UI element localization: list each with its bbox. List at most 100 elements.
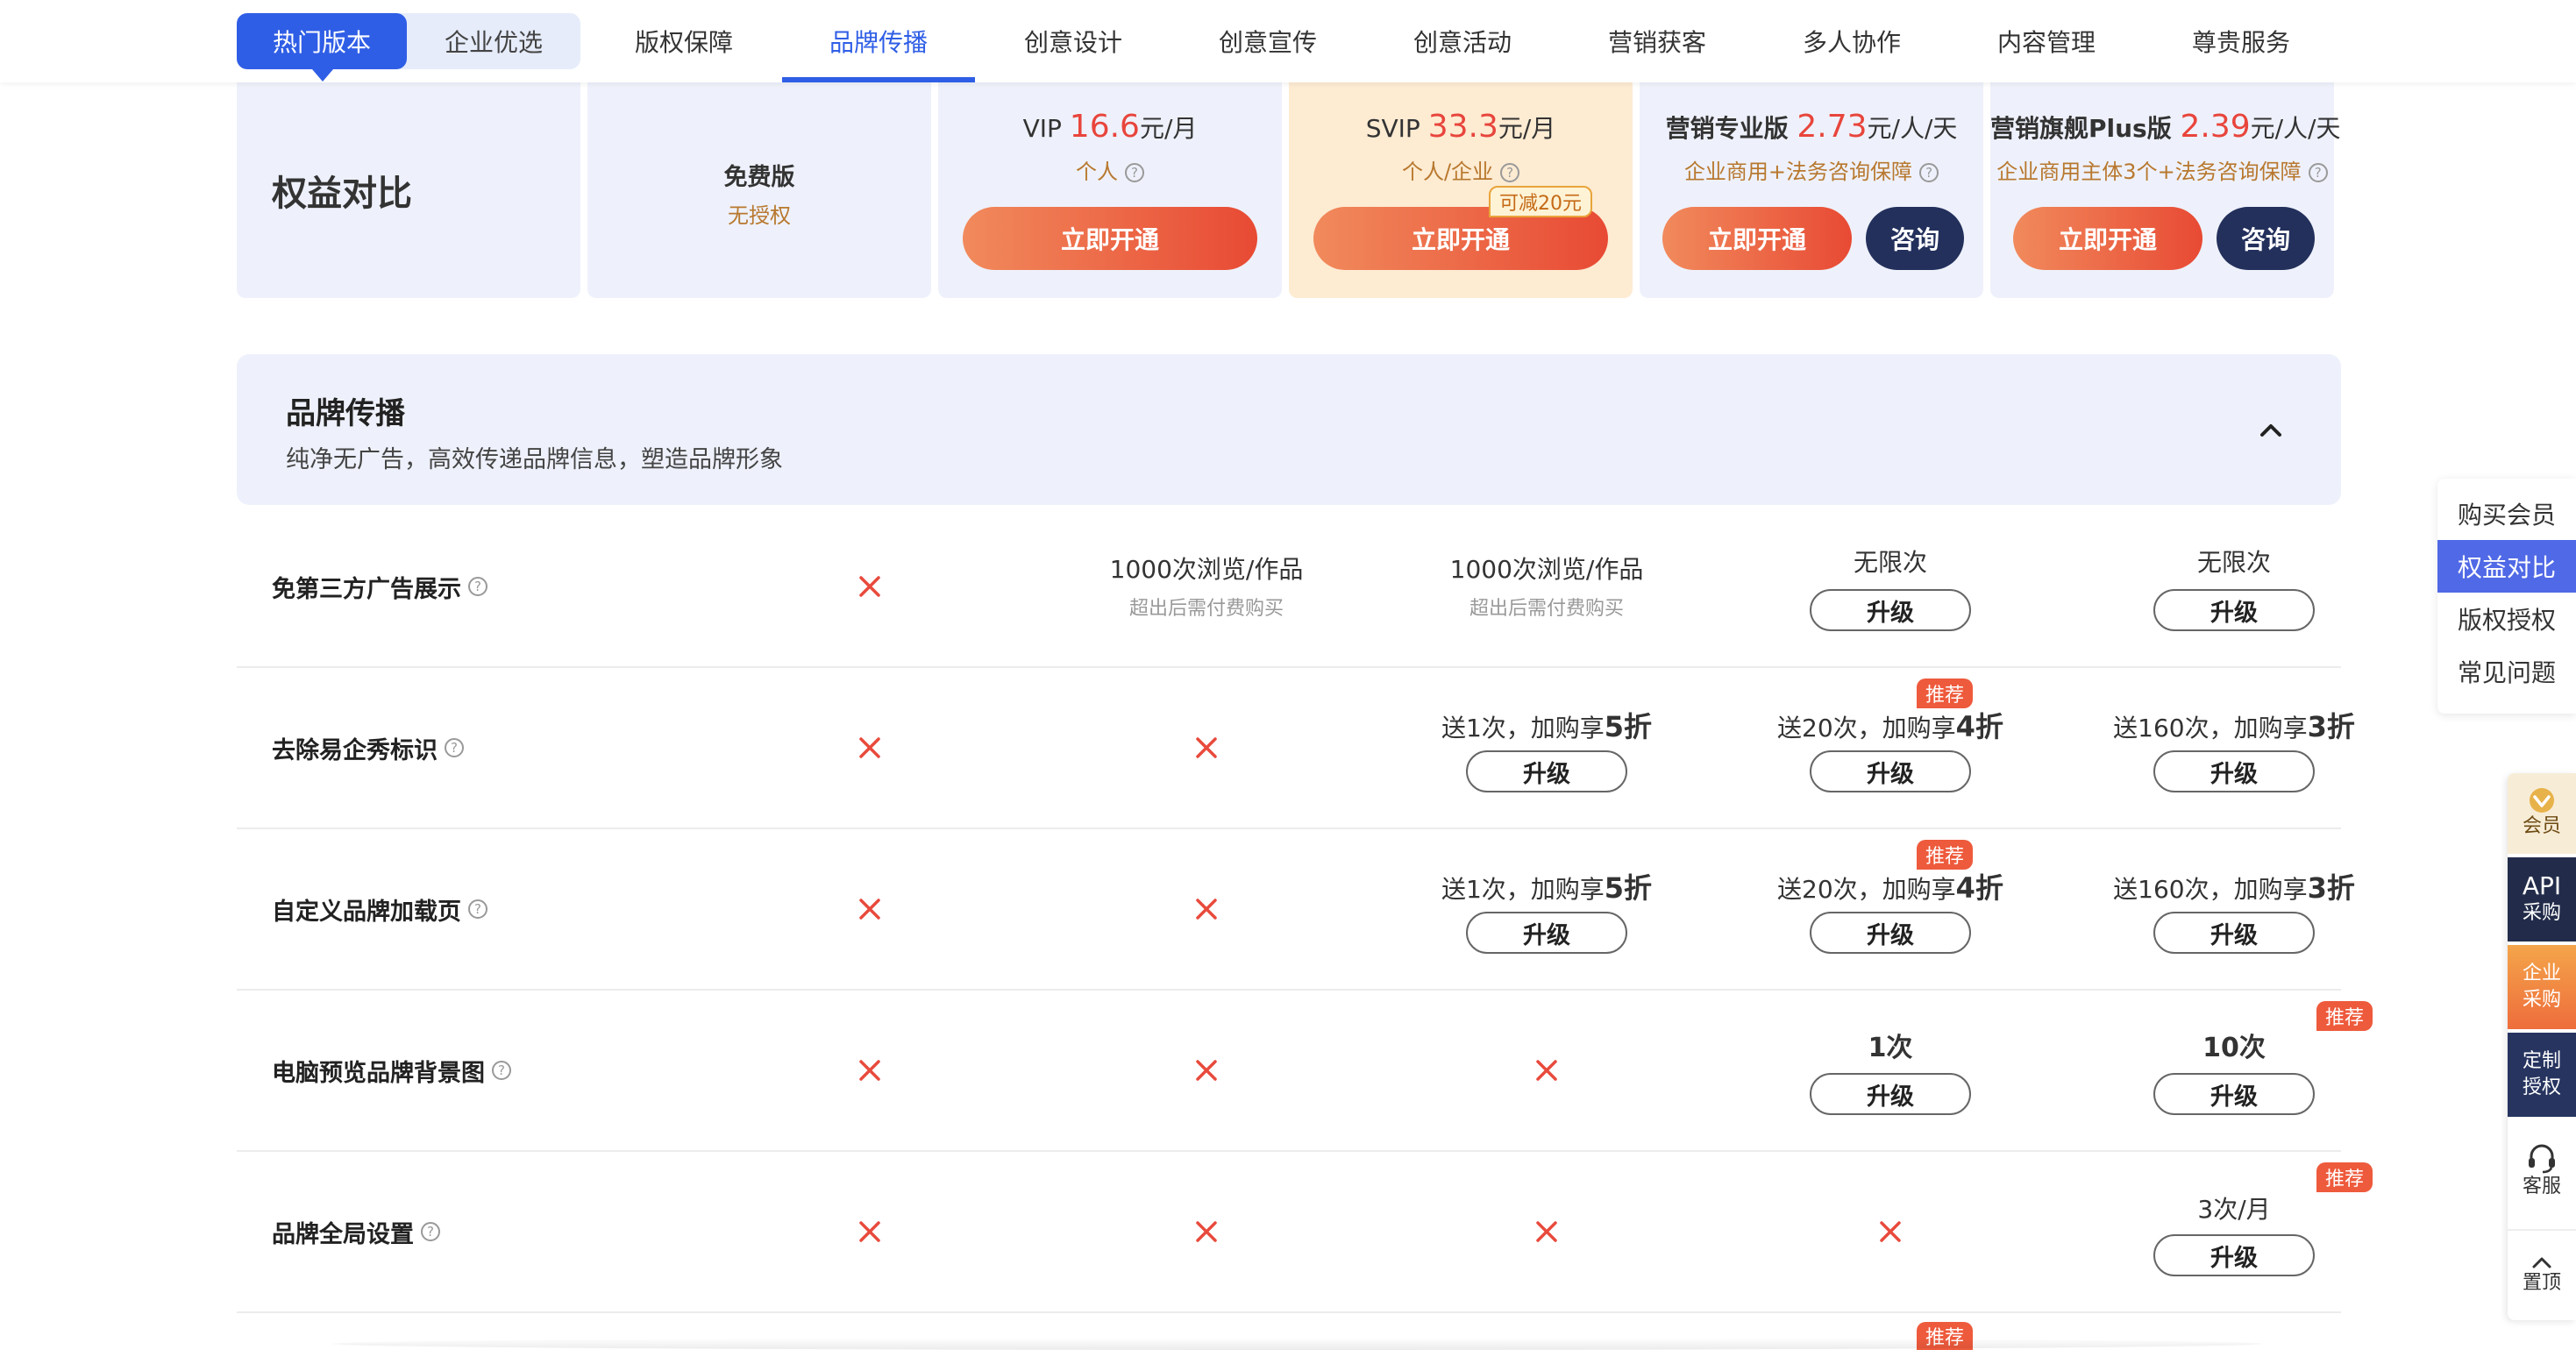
- cross-icon: [859, 1221, 880, 1242]
- section-title: 品牌传播: [286, 396, 405, 431]
- section-header[interactable]: 品牌传播 纯净无广告，高效传递品牌信息，塑造品牌形象: [237, 354, 2341, 505]
- upgrade-button[interactable]: 升级: [2153, 912, 2315, 954]
- help-icon[interactable]: ?: [445, 738, 464, 757]
- plan-pro-sub: 企业商用+法务咨询保障?: [1640, 154, 1983, 185]
- flagship-open-button[interactable]: 立即开通: [2013, 207, 2202, 270]
- section-desc: 纯净无广告，高效传递品牌信息，塑造品牌形象: [286, 446, 783, 473]
- free-cell: [698, 829, 1042, 989]
- tool-service[interactable]: 客服: [2508, 1120, 2576, 1222]
- version-switch: 热门版本 企业优选: [237, 13, 580, 82]
- flagship-consult-button[interactable]: 咨询: [2217, 207, 2315, 270]
- tool-ent-sub: 采购: [2522, 989, 2561, 1011]
- tab-brand[interactable]: 品牌传播: [782, 0, 975, 82]
- feature-name: 自定义品牌加载页?: [272, 829, 487, 989]
- flagship-cell: 送160次，加购享3折 升级: [2062, 829, 2406, 989]
- tool-custom-license[interactable]: 定制 授权: [2508, 1033, 2576, 1117]
- tool-enterprise[interactable]: 企业 采购: [2508, 945, 2576, 1029]
- help-icon[interactable]: ?: [421, 1222, 440, 1241]
- plan-compare-title: 权益对比: [237, 82, 580, 298]
- side-item-compare[interactable]: 权益对比: [2437, 540, 2576, 593]
- cross-icon: [859, 1060, 880, 1081]
- cell-value: 1次: [1868, 1033, 1913, 1063]
- upgrade-button[interactable]: 升级: [1466, 912, 1627, 954]
- plan-free-sub: 无授权: [728, 203, 791, 228]
- upgrade-button[interactable]: 升级: [1810, 1073, 1971, 1115]
- side-item-faq[interactable]: 常见问题: [2437, 645, 2576, 698]
- tool-api-sub: 采购: [2522, 902, 2561, 924]
- vip-cell: [1035, 991, 1378, 1150]
- tab-premium[interactable]: 尊贵服务: [2145, 0, 2338, 82]
- plan-header: 权益对比 免费版 无授权 VIP 16.6元/月 个人? 立即开通 SVIP 3…: [237, 82, 2341, 298]
- side-item-license[interactable]: 版权授权: [2437, 593, 2576, 645]
- help-icon[interactable]: ?: [1125, 163, 1144, 182]
- pill-hot-version[interactable]: 热门版本: [237, 13, 407, 82]
- vip-open-button[interactable]: 立即开通: [963, 207, 1257, 270]
- feature-name: 电脑预览品牌背景图?: [272, 991, 511, 1150]
- pill-enterprise[interactable]: 企业优选: [407, 13, 580, 69]
- tool-vip[interactable]: 会员: [2508, 773, 2576, 854]
- upgrade-button[interactable]: 升级: [1810, 589, 1971, 631]
- cell-value: 1000次浏览/作品: [1449, 555, 1644, 584]
- pro-cell: 推荐 送20次，加购享4折 升级: [1719, 829, 2062, 989]
- tab-promo[interactable]: 创意宣传: [1171, 0, 1364, 82]
- help-icon[interactable]: ?: [468, 577, 487, 596]
- table-row: 去除易企秀标识? 送1次，加购享5折 升级 推荐 送20次，加购享4折 升级 送…: [237, 668, 2355, 829]
- help-icon[interactable]: ?: [1919, 163, 1939, 182]
- cell-value: 1000次浏览/作品: [1109, 555, 1304, 584]
- help-icon[interactable]: ?: [468, 899, 487, 919]
- scroll-shadow: [333, 1338, 2262, 1350]
- upgrade-button[interactable]: 升级: [2153, 1234, 2315, 1276]
- flagship-cell: 推荐 3次/月 升级: [2062, 1152, 2406, 1311]
- upgrade-button[interactable]: 升级: [1466, 750, 1627, 792]
- cell-value: 送160次，加购享3折: [2113, 710, 2355, 743]
- upgrade-button[interactable]: 升级: [1810, 912, 1971, 954]
- upgrade-button[interactable]: 升级: [2153, 589, 2315, 631]
- tab-content[interactable]: 内容管理: [1950, 0, 2143, 82]
- cell-value: 送1次，加购享5折: [1441, 871, 1653, 905]
- plan-pro-price: 营销专业版 2.73元/人/天: [1665, 109, 1958, 145]
- plan-vip: VIP 16.6元/月 个人? 立即开通: [938, 82, 1282, 298]
- upgrade-button[interactable]: 升级: [2153, 1073, 2315, 1115]
- tab-marketing[interactable]: 营销获客: [1561, 0, 1754, 82]
- cell-value: 送1次，加购享5折: [1441, 710, 1653, 743]
- plan-vip-price: VIP 16.6元/月: [1022, 109, 1198, 145]
- help-icon[interactable]: ?: [492, 1061, 511, 1080]
- help-icon[interactable]: ?: [2308, 163, 2328, 182]
- free-cell: [698, 668, 1042, 828]
- tool-top-label: 置顶: [2522, 1272, 2561, 1294]
- table-row: 电脑预览品牌背景图? 1次 升级 推荐 10次 升级: [237, 991, 2373, 1152]
- cross-icon: [859, 899, 880, 920]
- cross-icon: [1536, 1060, 1557, 1081]
- cross-icon: [859, 737, 880, 758]
- tool-service-label: 客服: [2522, 1176, 2561, 1197]
- upgrade-button[interactable]: 升级: [2153, 750, 2315, 792]
- recommend-badge: 推荐: [1917, 679, 1974, 708]
- tool-vip-label: 会员: [2522, 815, 2561, 837]
- free-cell: [698, 507, 1042, 666]
- pro-consult-button[interactable]: 咨询: [1866, 207, 1964, 270]
- table-row: 品牌全局设置? 推荐 3次/月 升级: [237, 1152, 2373, 1313]
- tab-copyright[interactable]: 版权保障: [587, 0, 780, 82]
- crown-icon: [2530, 788, 2554, 813]
- tool-api[interactable]: API 采购: [2508, 857, 2576, 941]
- tab-collab[interactable]: 多人协作: [1755, 0, 1948, 82]
- table-row: 免第三方广告展示? 1000次浏览/作品 超出后需付费购买 1000次浏览/作品…: [237, 507, 2341, 668]
- cell-value: 3次/月: [2197, 1195, 2271, 1224]
- svip-cell: [1375, 1152, 1719, 1311]
- pro-open-button[interactable]: 立即开通: [1662, 207, 1852, 270]
- help-icon[interactable]: ?: [1500, 163, 1520, 182]
- upgrade-button[interactable]: 升级: [1810, 750, 1971, 792]
- side-item-buy[interactable]: 购买会员: [2437, 487, 2576, 540]
- feature-name: 品牌全局设置?: [272, 1152, 440, 1311]
- tool-api-label: API: [2522, 871, 2562, 900]
- plan-vip-sub: 个人?: [938, 154, 1282, 185]
- tab-activity[interactable]: 创意活动: [1366, 0, 1559, 82]
- chevron-up-icon: [2532, 1257, 2551, 1268]
- plan-pro: 营销专业版 2.73元/人/天 企业商用+法务咨询保障? 立即开通 咨询: [1640, 82, 1983, 298]
- tool-back-to-top[interactable]: 置顶: [2508, 1229, 2576, 1320]
- recommend-badge: 推荐: [1917, 840, 1974, 870]
- tab-design[interactable]: 创意设计: [977, 0, 1170, 82]
- tool-ent-label: 企业: [2522, 963, 2561, 984]
- plan-flagship: 营销旗舰Plus版 2.39元/人/天 企业商用主体3个+法务咨询保障? 立即开…: [1990, 82, 2341, 298]
- chevron-up-icon[interactable]: [2255, 414, 2287, 445]
